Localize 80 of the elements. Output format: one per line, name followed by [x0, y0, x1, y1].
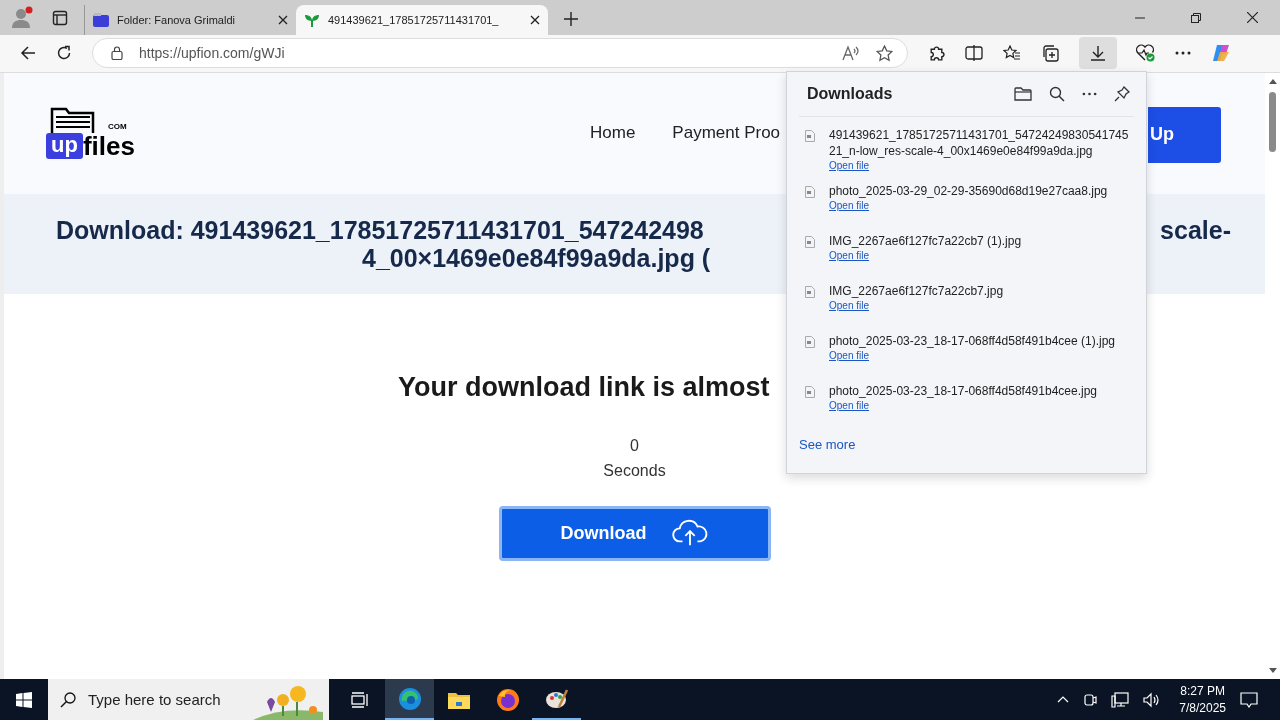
scrollbar-thumb[interactable] [1269, 91, 1276, 152]
tab-actions-icon[interactable] [52, 9, 68, 26]
logo-text: files [82, 133, 135, 160]
page-heading: Download: 491439621_17851725711431701_547242498 [56, 215, 704, 244]
camera-icon[interactable] [1083, 691, 1098, 708]
site-icon [93, 11, 109, 28]
scroll-up-icon[interactable] [1268, 78, 1277, 84]
close-icon[interactable] [530, 14, 540, 25]
notifications-icon[interactable] [1240, 691, 1258, 708]
heart-check-icon[interactable] [1135, 44, 1155, 63]
see-more-link[interactable]: See more [799, 436, 856, 452]
file-icon [805, 285, 815, 298]
download-icon [1090, 45, 1106, 62]
file-name: photo_2025-03-29_02-29-35690d68d19e27caa8.jpg [829, 182, 1108, 199]
address-bar[interactable]: https://upfion.com/gWJi [92, 38, 908, 69]
collections-icon[interactable] [1041, 44, 1059, 63]
puzzle-icon[interactable] [928, 44, 945, 62]
file-name: 491439621_17851725711431701_5472424983054174521_n-low_res-scale-4_00x1469e0e84f99a9da.jpg [829, 126, 1130, 159]
volume-icon[interactable] [1143, 691, 1162, 708]
task-view-icon[interactable] [351, 691, 369, 708]
more-icon[interactable] [1082, 91, 1097, 96]
logo-mark: up [46, 133, 83, 160]
sign-up-button[interactable]: Up [1148, 106, 1221, 163]
star-icon[interactable] [876, 44, 893, 62]
downloads-button[interactable] [1079, 37, 1117, 70]
file-icon [805, 185, 815, 198]
close-icon[interactable] [278, 14, 288, 25]
favorites-icon[interactable] [1003, 45, 1021, 62]
open-file-link[interactable]: Open file [829, 298, 870, 313]
profile-icon[interactable] [10, 5, 34, 30]
file-name: photo_2025-03-23_18-17-068ff4d58f491b4cee (1).jpg [829, 332, 1115, 349]
panel-title: Downloads [807, 84, 894, 103]
countdown-unit: Seconds [603, 461, 666, 480]
file-name: photo_2025-03-23_18-17-068ff4d58f491b4cee.jpg [829, 382, 1097, 399]
copilot-icon[interactable] [1211, 43, 1231, 64]
file-icon [805, 129, 815, 142]
lock-icon [111, 46, 123, 61]
more-icon[interactable] [1175, 51, 1191, 56]
cloud-upload-icon [670, 519, 709, 548]
windows-icon [16, 691, 32, 708]
countdown-number: 0 [630, 436, 639, 455]
network-icon[interactable] [1111, 691, 1130, 708]
refresh-icon[interactable] [56, 45, 72, 62]
nav-link[interactable]: Home [590, 123, 636, 144]
file-icon [805, 235, 815, 248]
restore-icon[interactable] [1191, 12, 1201, 23]
search-icon[interactable] [1049, 85, 1065, 102]
split-screen-icon[interactable] [965, 45, 983, 62]
scroll-down-icon[interactable] [1268, 668, 1277, 673]
download-button[interactable]: Download [498, 505, 771, 561]
clock-time[interactable]: 8:27 PM [1180, 682, 1225, 700]
open-file-link[interactable]: Open file [829, 398, 870, 413]
file-name: IMG_2267ae6f127fc7a22cb7 (1).jpg [829, 232, 1022, 249]
open-file-link[interactable]: Open file [829, 248, 870, 263]
clock-date[interactable]: 7/8/2025 [1179, 699, 1226, 717]
chevron-up-icon[interactable] [1057, 696, 1070, 703]
read-aloud-icon[interactable] [842, 45, 860, 62]
page-heading: scale- [1160, 215, 1231, 244]
pin-icon[interactable] [1114, 85, 1130, 102]
notice-heading: Your download link is almost [398, 371, 770, 403]
close-icon[interactable] [1247, 11, 1258, 23]
open-file-link[interactable]: Open file [829, 198, 870, 213]
logo-suffix: COM [108, 122, 127, 132]
url-text: https://upfion.com/gWJi [139, 45, 286, 62]
open-file-link[interactable]: Open file [829, 348, 870, 363]
folder-icon [50, 107, 96, 136]
open-file-link[interactable]: Open file [829, 158, 870, 173]
browser-tab[interactable]: Folder: Fanova Grimaldi [84, 4, 296, 35]
search-icon [60, 691, 76, 708]
page-heading: 4_00×1469e0e84f99a9da.jpg ( [362, 243, 711, 272]
new-tab-icon[interactable] [564, 11, 578, 26]
file-icon [805, 385, 815, 398]
file-name: IMG_2267ae6f127fc7a22cb7.jpg [829, 282, 1004, 299]
nav-link[interactable]: Payment Proo [672, 123, 781, 144]
file-icon [805, 335, 815, 348]
folder-icon[interactable] [1014, 85, 1032, 102]
edge-taskbar-icon[interactable] [385, 679, 434, 720]
taskbar-search-field[interactable]: Type here to search [48, 679, 329, 720]
back-icon[interactable] [20, 45, 36, 62]
browser-tab[interactable]: 491439621_17851725711431701_ [296, 4, 548, 35]
